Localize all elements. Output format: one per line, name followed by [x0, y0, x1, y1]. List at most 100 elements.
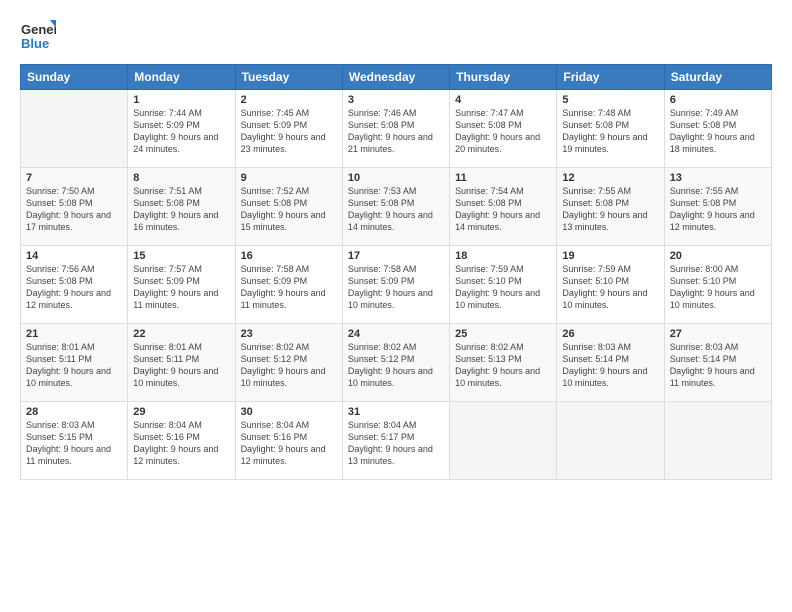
day-number: 24: [348, 328, 444, 340]
day-info: Sunrise: 7:55 AMSunset: 5:08 PMDaylight:…: [670, 185, 766, 234]
day-number: 5: [562, 94, 658, 106]
cell-w2-d2: 9Sunrise: 7:52 AMSunset: 5:08 PMDaylight…: [235, 168, 342, 246]
day-info: Sunrise: 8:02 AMSunset: 5:13 PMDaylight:…: [455, 341, 551, 390]
header-sunday: Sunday: [21, 65, 128, 90]
day-info: Sunrise: 7:51 AMSunset: 5:08 PMDaylight:…: [133, 185, 229, 234]
cell-w3-d0: 14Sunrise: 7:56 AMSunset: 5:08 PMDayligh…: [21, 246, 128, 324]
day-number: 23: [241, 328, 337, 340]
header: General Blue: [20, 18, 772, 54]
cell-w4-d0: 21Sunrise: 8:01 AMSunset: 5:11 PMDayligh…: [21, 324, 128, 402]
day-info: Sunrise: 7:58 AMSunset: 5:09 PMDaylight:…: [241, 263, 337, 312]
cell-w5-d4: [450, 402, 557, 480]
cell-w4-d5: 26Sunrise: 8:03 AMSunset: 5:14 PMDayligh…: [557, 324, 664, 402]
cell-w4-d3: 24Sunrise: 8:02 AMSunset: 5:12 PMDayligh…: [342, 324, 449, 402]
logo-svg: General Blue: [20, 18, 56, 54]
header-friday: Friday: [557, 65, 664, 90]
cell-w1-d6: 6Sunrise: 7:49 AMSunset: 5:08 PMDaylight…: [664, 90, 771, 168]
cell-w5-d3: 31Sunrise: 8:04 AMSunset: 5:17 PMDayligh…: [342, 402, 449, 480]
day-number: 4: [455, 94, 551, 106]
svg-text:Blue: Blue: [21, 36, 49, 51]
day-info: Sunrise: 7:47 AMSunset: 5:08 PMDaylight:…: [455, 107, 551, 156]
week-row-4: 21Sunrise: 8:01 AMSunset: 5:11 PMDayligh…: [21, 324, 772, 402]
day-number: 9: [241, 172, 337, 184]
cell-w2-d4: 11Sunrise: 7:54 AMSunset: 5:08 PMDayligh…: [450, 168, 557, 246]
day-info: Sunrise: 7:59 AMSunset: 5:10 PMDaylight:…: [455, 263, 551, 312]
cell-w5-d1: 29Sunrise: 8:04 AMSunset: 5:16 PMDayligh…: [128, 402, 235, 480]
day-number: 7: [26, 172, 122, 184]
cell-w4-d2: 23Sunrise: 8:02 AMSunset: 5:12 PMDayligh…: [235, 324, 342, 402]
cell-w1-d1: 1Sunrise: 7:44 AMSunset: 5:09 PMDaylight…: [128, 90, 235, 168]
day-info: Sunrise: 7:55 AMSunset: 5:08 PMDaylight:…: [562, 185, 658, 234]
cell-w5-d5: [557, 402, 664, 480]
day-info: Sunrise: 8:02 AMSunset: 5:12 PMDaylight:…: [348, 341, 444, 390]
cell-w2-d5: 12Sunrise: 7:55 AMSunset: 5:08 PMDayligh…: [557, 168, 664, 246]
day-number: 21: [26, 328, 122, 340]
week-row-3: 14Sunrise: 7:56 AMSunset: 5:08 PMDayligh…: [21, 246, 772, 324]
calendar-table: SundayMondayTuesdayWednesdayThursdayFrid…: [20, 64, 772, 480]
day-number: 19: [562, 250, 658, 262]
header-wednesday: Wednesday: [342, 65, 449, 90]
day-info: Sunrise: 7:54 AMSunset: 5:08 PMDaylight:…: [455, 185, 551, 234]
cell-w5-d2: 30Sunrise: 8:04 AMSunset: 5:16 PMDayligh…: [235, 402, 342, 480]
cell-w4-d1: 22Sunrise: 8:01 AMSunset: 5:11 PMDayligh…: [128, 324, 235, 402]
cell-w2-d1: 8Sunrise: 7:51 AMSunset: 5:08 PMDaylight…: [128, 168, 235, 246]
day-number: 8: [133, 172, 229, 184]
day-number: 15: [133, 250, 229, 262]
cell-w3-d3: 17Sunrise: 7:58 AMSunset: 5:09 PMDayligh…: [342, 246, 449, 324]
day-info: Sunrise: 8:04 AMSunset: 5:16 PMDaylight:…: [133, 419, 229, 468]
day-number: 30: [241, 406, 337, 418]
cell-w1-d2: 2Sunrise: 7:45 AMSunset: 5:09 PMDaylight…: [235, 90, 342, 168]
day-number: 3: [348, 94, 444, 106]
week-row-5: 28Sunrise: 8:03 AMSunset: 5:15 PMDayligh…: [21, 402, 772, 480]
day-info: Sunrise: 7:57 AMSunset: 5:09 PMDaylight:…: [133, 263, 229, 312]
day-info: Sunrise: 8:01 AMSunset: 5:11 PMDaylight:…: [133, 341, 229, 390]
header-tuesday: Tuesday: [235, 65, 342, 90]
day-info: Sunrise: 8:03 AMSunset: 5:14 PMDaylight:…: [562, 341, 658, 390]
day-info: Sunrise: 7:48 AMSunset: 5:08 PMDaylight:…: [562, 107, 658, 156]
day-number: 25: [455, 328, 551, 340]
day-info: Sunrise: 8:02 AMSunset: 5:12 PMDaylight:…: [241, 341, 337, 390]
day-number: 27: [670, 328, 766, 340]
cell-w3-d5: 19Sunrise: 7:59 AMSunset: 5:10 PMDayligh…: [557, 246, 664, 324]
day-number: 11: [455, 172, 551, 184]
day-info: Sunrise: 7:50 AMSunset: 5:08 PMDaylight:…: [26, 185, 122, 234]
day-info: Sunrise: 8:01 AMSunset: 5:11 PMDaylight:…: [26, 341, 122, 390]
day-info: Sunrise: 8:03 AMSunset: 5:15 PMDaylight:…: [26, 419, 122, 468]
day-info: Sunrise: 7:44 AMSunset: 5:09 PMDaylight:…: [133, 107, 229, 156]
cell-w4-d6: 27Sunrise: 8:03 AMSunset: 5:14 PMDayligh…: [664, 324, 771, 402]
day-number: 6: [670, 94, 766, 106]
week-row-1: 1Sunrise: 7:44 AMSunset: 5:09 PMDaylight…: [21, 90, 772, 168]
day-number: 2: [241, 94, 337, 106]
day-info: Sunrise: 8:04 AMSunset: 5:17 PMDaylight:…: [348, 419, 444, 468]
cell-w2-d0: 7Sunrise: 7:50 AMSunset: 5:08 PMDaylight…: [21, 168, 128, 246]
cell-w2-d3: 10Sunrise: 7:53 AMSunset: 5:08 PMDayligh…: [342, 168, 449, 246]
day-info: Sunrise: 8:00 AMSunset: 5:10 PMDaylight:…: [670, 263, 766, 312]
day-number: 13: [670, 172, 766, 184]
day-number: 16: [241, 250, 337, 262]
cell-w1-d4: 4Sunrise: 7:47 AMSunset: 5:08 PMDaylight…: [450, 90, 557, 168]
day-info: Sunrise: 7:59 AMSunset: 5:10 PMDaylight:…: [562, 263, 658, 312]
day-number: 10: [348, 172, 444, 184]
day-info: Sunrise: 7:52 AMSunset: 5:08 PMDaylight:…: [241, 185, 337, 234]
day-info: Sunrise: 8:03 AMSunset: 5:14 PMDaylight:…: [670, 341, 766, 390]
day-number: 28: [26, 406, 122, 418]
cell-w1-d5: 5Sunrise: 7:48 AMSunset: 5:08 PMDaylight…: [557, 90, 664, 168]
cell-w3-d6: 20Sunrise: 8:00 AMSunset: 5:10 PMDayligh…: [664, 246, 771, 324]
calendar-header-row: SundayMondayTuesdayWednesdayThursdayFrid…: [21, 65, 772, 90]
day-info: Sunrise: 7:49 AMSunset: 5:08 PMDaylight:…: [670, 107, 766, 156]
day-number: 29: [133, 406, 229, 418]
cell-w1-d3: 3Sunrise: 7:46 AMSunset: 5:08 PMDaylight…: [342, 90, 449, 168]
cell-w4-d4: 25Sunrise: 8:02 AMSunset: 5:13 PMDayligh…: [450, 324, 557, 402]
day-number: 20: [670, 250, 766, 262]
day-number: 31: [348, 406, 444, 418]
day-info: Sunrise: 8:04 AMSunset: 5:16 PMDaylight:…: [241, 419, 337, 468]
day-number: 22: [133, 328, 229, 340]
day-number: 14: [26, 250, 122, 262]
logo: General Blue: [20, 18, 56, 54]
week-row-2: 7Sunrise: 7:50 AMSunset: 5:08 PMDaylight…: [21, 168, 772, 246]
cell-w1-d0: [21, 90, 128, 168]
day-info: Sunrise: 7:58 AMSunset: 5:09 PMDaylight:…: [348, 263, 444, 312]
cell-w5-d6: [664, 402, 771, 480]
day-info: Sunrise: 7:53 AMSunset: 5:08 PMDaylight:…: [348, 185, 444, 234]
svg-text:General: General: [21, 22, 56, 37]
